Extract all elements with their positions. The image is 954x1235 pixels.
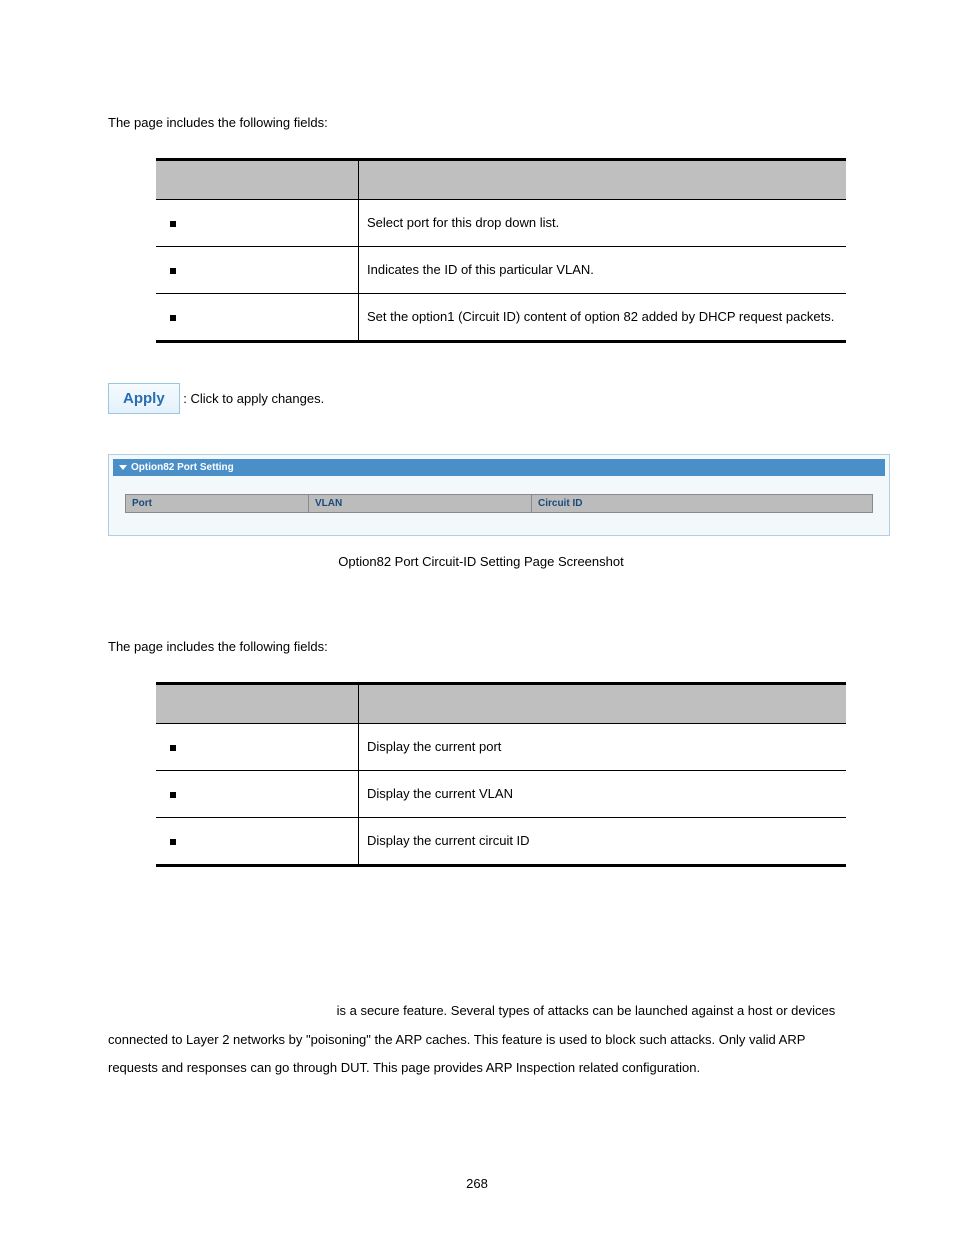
bullet-icon — [170, 221, 176, 227]
grid-header: Port VLAN Circuit ID — [125, 494, 873, 513]
intro-text-1: The page includes the following fields: — [108, 115, 854, 130]
table-row: Set the option1 (Circuit ID) content of … — [156, 294, 846, 342]
screenshot-caption: Option82 Port Circuit-ID Setting Page Sc… — [108, 554, 854, 569]
fields-table-2: Display the current port Display the cur… — [156, 682, 846, 867]
desc-cell: Display the current port — [359, 724, 847, 771]
panel-header: Option82 Port Setting — [113, 459, 885, 476]
table-row: Display the current port — [156, 724, 846, 771]
panel-title: Option82 Port Setting — [131, 462, 234, 473]
page-number: 268 — [0, 1176, 954, 1191]
bullet-icon — [170, 268, 176, 274]
bullet-icon — [170, 792, 176, 798]
desc-cell: Select port for this drop down list. — [359, 200, 847, 247]
chevron-down-icon — [119, 465, 127, 470]
intro-text-2: The page includes the following fields: — [108, 639, 854, 654]
table-row: Display the current VLAN — [156, 771, 846, 818]
col-vlan: VLAN — [309, 495, 532, 512]
table-row: Indicates the ID of this particular VLAN… — [156, 247, 846, 294]
table-row: Display the current circuit ID — [156, 818, 846, 866]
option82-screenshot: Option82 Port Setting Port VLAN Circuit … — [108, 454, 890, 536]
col-port: Port — [126, 495, 309, 512]
fields-table-1: Select port for this drop down list. Ind… — [156, 158, 846, 343]
bullet-icon — [170, 745, 176, 751]
desc-cell: Set the option1 (Circuit ID) content of … — [359, 294, 847, 342]
col-circuit-id: Circuit ID — [532, 495, 872, 512]
arp-paragraph: is a secure feature. Several types of at… — [108, 997, 854, 1083]
desc-cell: Display the current VLAN — [359, 771, 847, 818]
bullet-icon — [170, 839, 176, 845]
apply-description: : Click to apply changes. — [183, 391, 324, 406]
apply-button[interactable]: Apply — [108, 383, 180, 414]
table-row: Select port for this drop down list. — [156, 200, 846, 247]
desc-cell: Display the current circuit ID — [359, 818, 847, 866]
desc-cell: Indicates the ID of this particular VLAN… — [359, 247, 847, 294]
bullet-icon — [170, 315, 176, 321]
